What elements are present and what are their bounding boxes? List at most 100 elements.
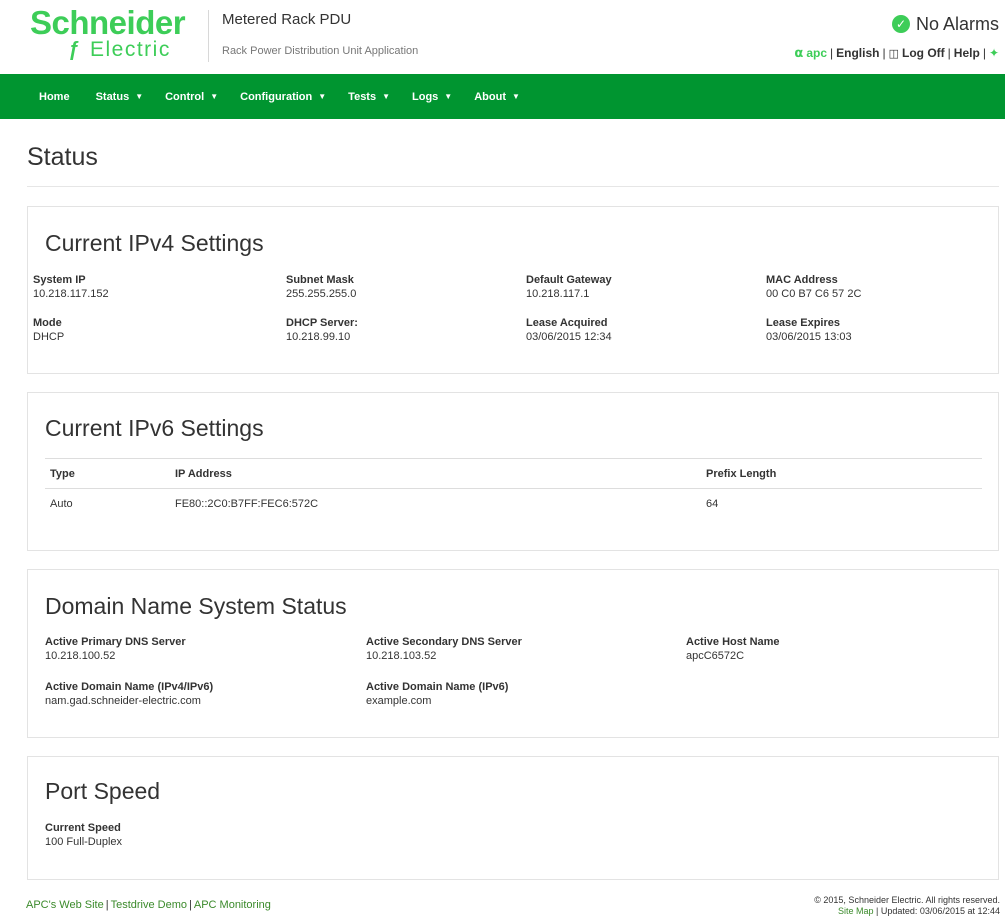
lease-acquired-field: Lease Acquired 03/06/2015 12:34 [526, 316, 612, 344]
field-label: Lease Acquired [526, 317, 608, 329]
title-divider [27, 186, 999, 187]
language-link[interactable]: English [836, 46, 879, 60]
nav-label: Home [39, 90, 70, 103]
primary-dns-field: Active Primary DNS Server 10.218.100.52 [45, 635, 186, 663]
field-label: Active Host Name [686, 636, 780, 648]
field-value: 10.218.117.1 [526, 288, 590, 300]
field-label: Active Domain Name (IPv4/IPv6) [45, 681, 214, 693]
field-value: 10.218.100.52 [45, 650, 116, 662]
page-title: Status [27, 143, 98, 171]
header: Schneider ƒ Electric Metered Rack PDU Ra… [0, 0, 1005, 74]
field-value: 10.218.117.152 [33, 288, 109, 300]
table-divider [45, 488, 982, 489]
nav-logs[interactable]: Logs ▼ [412, 91, 452, 103]
user-link[interactable]: apc [806, 46, 827, 60]
product-title: Metered Rack PDU [222, 11, 352, 28]
schneider-electric-logo[interactable]: Schneider ƒ Electric [30, 6, 202, 66]
nav-label: Control [165, 90, 205, 103]
column-header-ip-address: IP Address [175, 468, 232, 480]
domain-name-ipv6-field: Active Domain Name (IPv6) example.com [366, 680, 508, 708]
field-value: nam.gad.schneider-electric.com [45, 695, 201, 707]
caret-down-icon: ▼ [135, 92, 144, 101]
field-value: 100 Full-Duplex [45, 836, 123, 848]
default-gateway-field: Default Gateway 10.218.117.1 [526, 273, 612, 301]
field-label: Active Primary DNS Server [45, 636, 186, 648]
site-map-link[interactable]: Site Map [838, 906, 874, 916]
logo-sub-text: Electric [90, 38, 171, 61]
port-speed-panel: Port Speed Current Speed 100 Full-Duplex [27, 756, 999, 880]
table-cell-type: Auto [50, 498, 73, 510]
product-subtitle: Rack Power Distribution Unit Application [222, 45, 419, 57]
dns-title: Domain Name System Status [45, 593, 347, 619]
footer-links: APC's Web Site | Testdrive Demo | APC Monito… [26, 899, 271, 911]
pin-icon[interactable]: ✦ [989, 46, 999, 60]
nav-about[interactable]: About ▼ [474, 91, 520, 103]
separator: | [830, 46, 834, 60]
separator: | [947, 46, 951, 60]
secondary-dns-field: Active Secondary DNS Server 10.218.103.5… [366, 635, 522, 663]
footer-meta: Site Map | Updated: 03/06/2015 at 12:44 [814, 906, 1000, 917]
caret-down-icon: ▼ [210, 92, 219, 101]
dns-panel: Domain Name System Status Active Primary… [27, 569, 999, 738]
testdrive-demo-link[interactable]: Testdrive Demo [111, 899, 187, 911]
apc-website-link[interactable]: APC's Web Site [26, 899, 104, 911]
ipv6-title: Current IPv6 Settings [45, 415, 264, 441]
separator: | [873, 906, 881, 916]
mac-address-field: MAC Address 00 C0 B7 C6 57 2C [766, 273, 861, 301]
ipv4-panel: Current IPv4 Settings System IP 10.218.1… [27, 206, 999, 374]
copyright-text: © 2015, Schneider Electric. All rights r… [814, 895, 1000, 905]
dhcp-server-field: DHCP Server: 10.218.99.10 [286, 316, 358, 344]
field-value: example.com [366, 695, 432, 707]
updated-text: Updated: 03/06/2015 at 12:44 [880, 906, 1000, 916]
nav-tests[interactable]: Tests ▼ [348, 91, 390, 103]
nav-label: Configuration [240, 90, 313, 103]
nav-label: About [474, 90, 506, 103]
field-label: Active Secondary DNS Server [366, 636, 522, 648]
nav-home[interactable]: Home [39, 91, 70, 103]
field-label: MAC Address [766, 274, 838, 286]
mode-field: Mode DHCP [33, 316, 64, 344]
field-value: 03/06/2015 13:03 [766, 331, 852, 343]
column-header-prefix-length: Prefix Length [706, 468, 777, 480]
column-header-type: Type [50, 468, 75, 480]
logo-wordmark: Schneider [30, 4, 186, 41]
utility-bar: ⍺ apc | English | ◫ Log Off | Help | ✦ [794, 45, 999, 61]
table-cell-prefix-length: 64 [706, 498, 719, 510]
nav-label: Status [95, 90, 130, 103]
table-cell-ip-address: FE80::2C0:B7FF:FEC6:572C [175, 498, 319, 510]
logoff-link[interactable]: Log Off [902, 46, 945, 60]
field-label: System IP [33, 274, 86, 286]
field-label: DHCP Server: [286, 317, 358, 329]
caret-down-icon: ▼ [444, 92, 453, 101]
field-label: Lease Expires [766, 317, 840, 329]
field-value: 10.218.103.52 [366, 650, 437, 662]
apc-monitoring-link[interactable]: APC Monitoring [194, 899, 271, 911]
caret-down-icon: ▼ [382, 92, 391, 101]
caret-down-icon: ▼ [318, 92, 327, 101]
separator: | [982, 46, 986, 60]
port-speed-title: Port Speed [45, 778, 161, 804]
subnet-mask-field: Subnet Mask 255.255.255.0 [286, 273, 356, 301]
nav-status[interactable]: Status ▼ [96, 91, 144, 103]
nav-label: Tests [348, 90, 377, 103]
host-name-field: Active Host Name apcC6572C [686, 635, 780, 663]
current-speed-field: Current Speed 100 Full-Duplex [45, 821, 122, 849]
system-ip-field: System IP 10.218.117.152 [33, 273, 109, 301]
header-divider [208, 10, 209, 62]
field-value: 10.218.99.10 [286, 331, 351, 343]
domain-name-ipv4-field: Active Domain Name (IPv4/IPv6) nam.gad.s… [45, 680, 213, 708]
nav-control[interactable]: Control ▼ [165, 91, 218, 103]
nav-configuration[interactable]: Configuration ▼ [240, 91, 326, 103]
field-value: DHCP [33, 331, 65, 343]
user-icon: ⍺ [794, 45, 804, 60]
separator: | [882, 46, 886, 60]
field-label: Default Gateway [526, 274, 612, 286]
alarm-status[interactable]: ✓ No Alarms [891, 13, 999, 35]
main-nav: Home Status ▼ Control ▼ Configuration ▼ Tes… [0, 74, 1005, 119]
separator: | [105, 899, 109, 911]
field-label: Subnet Mask [286, 274, 354, 286]
logoff-icon: ◫ [888, 47, 900, 60]
lease-expires-field: Lease Expires 03/06/2015 13:03 [766, 316, 852, 344]
help-link[interactable]: Help [954, 46, 980, 60]
field-value: 255.255.255.0 [286, 288, 357, 300]
